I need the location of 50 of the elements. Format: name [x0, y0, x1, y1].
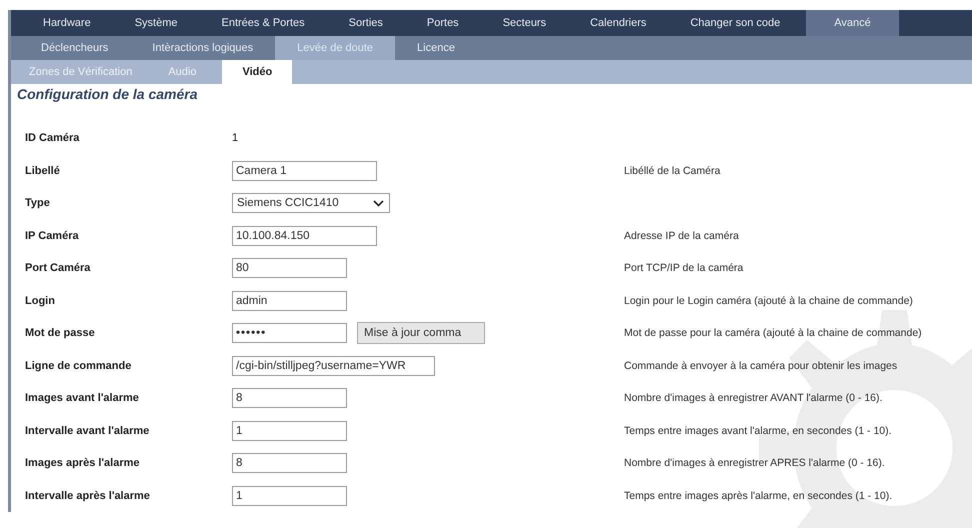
- nav-tab[interactable]: Hardware: [21, 10, 113, 36]
- nav-tab[interactable]: Système: [112, 10, 200, 36]
- field-description: Nombre d'images à enregistrer APRES l'alarme (0 - 16).: [624, 457, 885, 470]
- nav-tab[interactable]: Calendriers: [568, 10, 668, 36]
- field-label: Ligne de commande: [25, 360, 132, 372]
- sub-tab[interactable]: Vidéo: [222, 60, 292, 84]
- field-label: Login: [25, 294, 56, 307]
- input-field[interactable]: admin: [232, 290, 347, 311]
- field-description: Port TCP/IP de la caméra: [624, 262, 744, 274]
- update-command-button[interactable]: Mise à jour comma: [357, 322, 485, 344]
- input-field[interactable]: 8: [232, 453, 347, 474]
- nav-tab[interactable]: Portes: [404, 10, 481, 36]
- field-label: ID Caméra: [25, 132, 80, 144]
- field-description: Nombre d'images à enregistrer AVANT l'alarme (0 - 16).: [624, 392, 882, 404]
- nav-tab[interactable]: Changer son code: [668, 10, 802, 36]
- field-label: Mot de passe: [25, 327, 96, 340]
- input-field[interactable]: 10.100.84.150: [232, 226, 377, 246]
- chevron-down-icon: [373, 200, 384, 207]
- nav-tab[interactable]: Avancé: [806, 10, 899, 36]
- input-field[interactable]: 1: [232, 420, 347, 441]
- input-field[interactable]: Camera 1: [232, 160, 377, 181]
- field-description: Login pour le Login caméra (ajouté à la chaine de commande): [624, 294, 913, 307]
- input-field[interactable]: /cgi-bin/stilljpeg?username=YWR: [232, 356, 435, 376]
- field-label: Images avant l'alarme: [25, 392, 140, 404]
- type-dropdown[interactable]: Siemens CCIC1410: [232, 193, 390, 214]
- field-description: Libéllé de la Caméra: [624, 164, 720, 177]
- section-title: Configuration de la caméra: [16, 85, 198, 104]
- nav-tab[interactable]: Sorties: [326, 10, 405, 36]
- field-label: Intervalle avant l'alarme: [25, 424, 150, 437]
- field-label: IP Caméra: [25, 230, 80, 242]
- input-field[interactable]: 8: [232, 388, 347, 408]
- field-description: Mot de passe pour la caméra (ajouté à la chaine de commande): [624, 327, 922, 340]
- nav-tab[interactable]: Entrées & Portes: [199, 10, 327, 36]
- field-label: Libellé: [25, 164, 61, 177]
- field-description: Commande à envoyer à la caméra pour obtenir les images: [624, 360, 898, 372]
- field-description: Adresse IP de la caméra: [624, 230, 739, 242]
- nav-tab[interactable]: Secteurs: [480, 10, 568, 36]
- field-label: Port Caméra: [25, 262, 92, 274]
- sub-tab[interactable]: Déclencheurs: [19, 36, 130, 60]
- sub-tab[interactable]: Intèractions logiques: [130, 36, 276, 60]
- field-value: 1: [232, 132, 238, 144]
- field-label: Type: [25, 197, 51, 210]
- field-description: Temps entre images avant l'alarme, en secondes (1 - 10).: [624, 424, 892, 437]
- sub-tab[interactable]: Licence: [395, 36, 477, 60]
- field-description: Temps entre images après l'alarme, en secondes (1 - 10).: [624, 490, 892, 502]
- field-label: Intervalle après l'alarme: [25, 490, 151, 502]
- field-label: Images après l'alarme: [25, 457, 141, 470]
- password-field[interactable]: ••••••: [232, 323, 347, 344]
- input-field[interactable]: 80: [232, 258, 347, 278]
- input-field[interactable]: 1: [232, 486, 347, 506]
